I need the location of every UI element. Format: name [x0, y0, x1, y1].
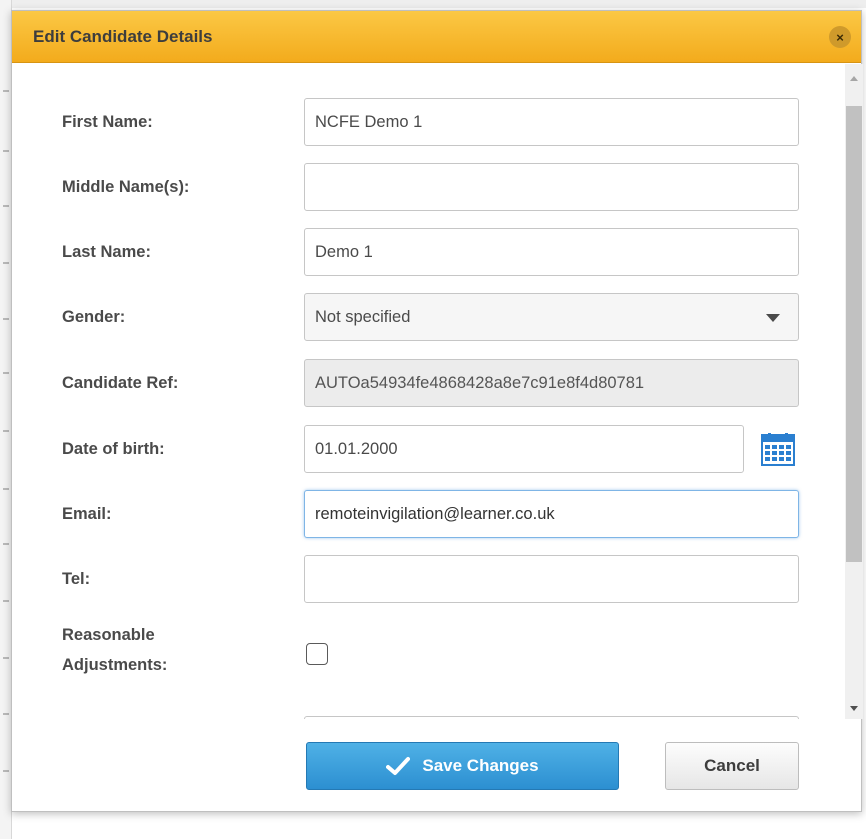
edit-candidate-dialog: Edit Candidate Details × First Name: Mid… — [11, 10, 863, 812]
reasonable-adjustments-checkbox[interactable] — [306, 643, 328, 665]
cancel-label: Cancel — [704, 756, 760, 775]
middle-name-label: Middle Name(s): — [62, 178, 190, 196]
row-date-of-birth: Date of birth: — [12, 425, 844, 473]
reasonable-adjustments-label-line1: Reasonable — [62, 626, 155, 644]
close-button[interactable]: × — [829, 26, 851, 48]
dob-label: Date of birth: — [62, 440, 165, 458]
first-name-label: First Name: — [62, 113, 153, 131]
scrollbar-thumb[interactable] — [846, 106, 862, 562]
gender-select[interactable]: Not specified — [304, 293, 799, 341]
row-middle-name: Middle Name(s): — [12, 163, 844, 211]
gender-label: Gender: — [62, 308, 126, 326]
dob-input[interactable] — [304, 425, 744, 473]
row-gender: Gender: Not specified — [12, 293, 844, 341]
calendar-icon[interactable] — [760, 433, 796, 467]
row-last-name: Last Name: — [12, 228, 844, 276]
email-input[interactable] — [304, 490, 799, 538]
tel-input[interactable] — [304, 555, 799, 603]
dialog-titlebar: Edit Candidate Details × — [12, 11, 861, 63]
candidate-ref-label: Candidate Ref: — [62, 374, 179, 392]
dialog-title: Edit Candidate Details — [33, 27, 213, 46]
close-icon: × — [836, 29, 844, 45]
background-top-strip — [0, 0, 866, 8]
save-changes-label: Save Changes — [422, 756, 539, 775]
last-name-input[interactable] — [304, 228, 799, 276]
email-label: Email: — [62, 505, 112, 523]
first-name-input[interactable] — [304, 98, 799, 146]
reasonable-adjustments-label-line2: Adjustments: — [62, 656, 168, 674]
form-scroll-area: First Name: Middle Name(s): Last Name: G… — [12, 64, 844, 719]
row-tel: Tel: — [12, 555, 844, 603]
scroll-up-arrow-icon[interactable] — [850, 76, 858, 81]
next-field-partial — [304, 716, 799, 719]
form-scrollbar[interactable] — [845, 64, 863, 719]
candidate-ref-input[interactable] — [304, 359, 799, 407]
middle-name-input[interactable] — [304, 163, 799, 211]
row-first-name: First Name: — [12, 98, 844, 146]
last-name-label: Last Name: — [62, 243, 151, 261]
scroll-down-arrow-icon[interactable] — [850, 706, 858, 711]
row-candidate-ref: Candidate Ref: — [12, 359, 844, 407]
row-email: Email: — [12, 490, 844, 538]
gender-selected-value: Not specified — [315, 308, 411, 326]
tel-label: Tel: — [62, 570, 91, 588]
chevron-down-icon — [766, 314, 780, 322]
cancel-button[interactable]: Cancel — [665, 742, 799, 790]
save-changes-button[interactable]: Save Changes — [306, 742, 619, 790]
checkmark-icon — [386, 757, 411, 775]
